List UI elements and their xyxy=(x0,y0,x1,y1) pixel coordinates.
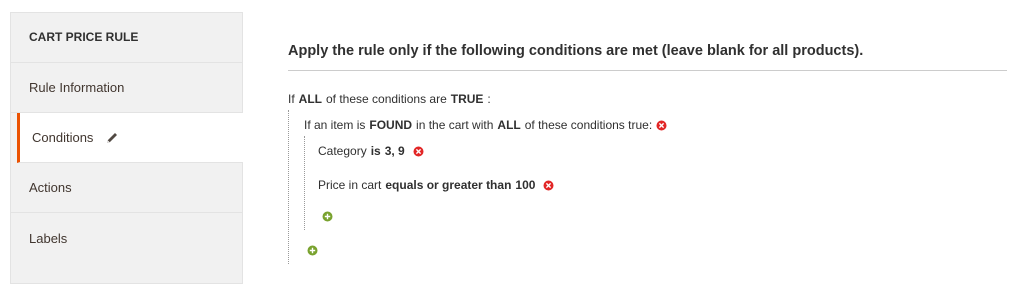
remove-icon[interactable] xyxy=(656,120,667,131)
condition-value-link[interactable]: 100 xyxy=(515,178,535,192)
sidebar-title: CART PRICE RULE xyxy=(11,13,242,63)
tree-line-root xyxy=(288,110,289,264)
sidebar-item-conditions[interactable]: Conditions xyxy=(17,113,243,163)
sidebar: CART PRICE RULE Rule Information Conditi… xyxy=(10,12,243,284)
condition-row: Price in cart equals or greater than 100 xyxy=(318,178,554,192)
sidebar-item-label: Actions xyxy=(29,180,72,195)
pencil-icon xyxy=(105,131,119,145)
root-condition: If ALL of these conditions are TRUE : xyxy=(288,92,491,106)
root-mid: of these conditions are xyxy=(326,92,447,106)
found-mid: in the cart with xyxy=(416,118,494,132)
found-aggregator-link[interactable]: ALL xyxy=(497,118,520,132)
sidebar-item-label: Conditions xyxy=(32,130,94,145)
condition-operator-link[interactable]: is xyxy=(371,144,381,158)
main-content: Apply the rule only if the following con… xyxy=(288,0,1008,295)
condition-value-link[interactable]: 3, 9 xyxy=(385,144,405,158)
found-prefix: If an item is xyxy=(304,118,366,132)
add-condition-icon[interactable] xyxy=(307,245,318,256)
found-suffix: of these conditions true: xyxy=(524,118,653,132)
condition-operator-link[interactable]: equals or greater than xyxy=(385,178,511,192)
root-prefix: If xyxy=(288,92,295,106)
root-value-link[interactable]: TRUE xyxy=(451,92,484,106)
root-suffix: : xyxy=(487,92,491,106)
sidebar-item-labels[interactable]: Labels xyxy=(11,213,242,263)
root-aggregator-link[interactable]: ALL xyxy=(299,92,322,106)
found-condition: If an item is FOUND in the cart with ALL… xyxy=(304,118,667,132)
fieldset-title: Apply the rule only if the following con… xyxy=(288,43,1007,71)
remove-icon[interactable] xyxy=(543,180,554,191)
add-condition-icon[interactable] xyxy=(322,211,333,222)
sidebar-item-label: Labels xyxy=(29,230,68,246)
condition-attribute: Category xyxy=(318,144,367,158)
sidebar-item-label: Rule Information xyxy=(29,80,125,95)
condition-row: Category is 3, 9 xyxy=(318,144,424,158)
tree-line-found xyxy=(304,136,305,230)
condition-attribute: Price in cart xyxy=(318,178,382,192)
sidebar-item-rule-information[interactable]: Rule Information xyxy=(11,63,242,113)
found-value-link[interactable]: FOUND xyxy=(369,118,412,132)
sidebar-item-actions[interactable]: Actions xyxy=(11,163,242,213)
remove-icon[interactable] xyxy=(413,146,424,157)
